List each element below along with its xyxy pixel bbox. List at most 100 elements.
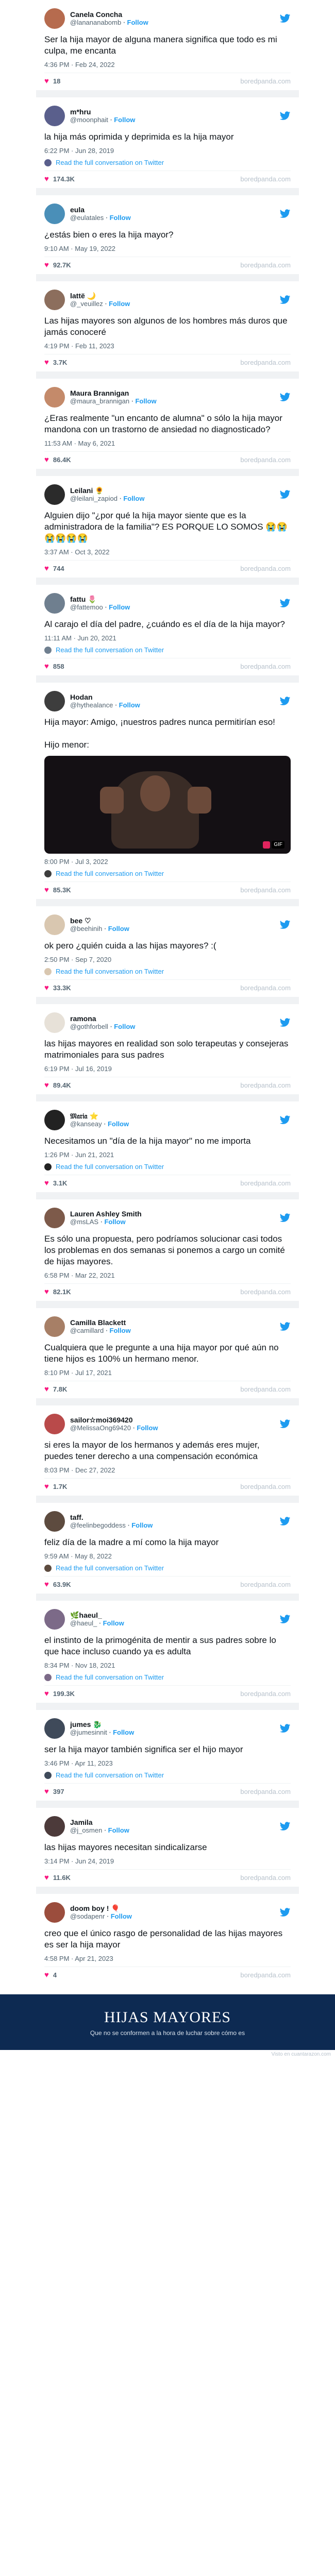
tweet-timestamp[interactable]: 4:58 PM · Apr 21, 2023 <box>44 1955 291 1962</box>
read-conversation-link[interactable]: Read the full conversation on Twitter <box>44 1771 291 1779</box>
heart-icon[interactable]: ♥ <box>44 564 49 573</box>
follow-button[interactable]: Follow <box>108 1120 129 1128</box>
heart-icon[interactable]: ♥ <box>44 984 49 992</box>
author-name[interactable]: Maura Brannigan <box>70 389 279 397</box>
read-conversation-link[interactable]: Read the full conversation on Twitter <box>44 646 291 654</box>
twitter-bird-icon[interactable] <box>279 1321 291 1332</box>
tweet-timestamp[interactable]: 4:36 PM · Feb 24, 2022 <box>44 61 291 69</box>
avatar[interactable] <box>44 593 65 614</box>
follow-button[interactable]: Follow <box>103 1619 124 1627</box>
heart-icon[interactable]: ♥ <box>44 1580 49 1589</box>
author-name[interactable]: 𝔐𝔞𝔯𝔦𝔞 ⭐ <box>70 1112 279 1120</box>
tweet-card[interactable]: 𝔐𝔞𝔯𝔦𝔞 ⭐ @kanseay · Follow Necesitamos un "dí… <box>36 1094 299 1192</box>
avatar[interactable] <box>44 204 65 224</box>
avatar[interactable] <box>44 691 65 711</box>
read-conversation-link[interactable]: Read the full conversation on Twitter <box>44 1564 291 1572</box>
tweet-timestamp[interactable]: 8:03 PM · Dec 27, 2022 <box>44 1466 291 1474</box>
tweet-timestamp[interactable]: 3:46 PM · Apr 11, 2023 <box>44 1759 291 1767</box>
avatar[interactable] <box>44 914 65 935</box>
author-name[interactable]: jumes 🐉 <box>70 1720 279 1728</box>
read-conversation-link[interactable]: Read the full conversation on Twitter <box>44 1163 291 1171</box>
avatar[interactable] <box>44 484 65 505</box>
author-handle[interactable]: @eulatales <box>70 214 104 222</box>
read-conversation-link[interactable]: Read the full conversation on Twitter <box>44 159 291 166</box>
author-name[interactable]: sailor☆moi369420 <box>70 1416 279 1424</box>
author-handle[interactable]: @lanananabomb <box>70 19 121 26</box>
tweet-card[interactable]: Lauren Ashley Smith @msLAS · Follow Es sólo … <box>36 1192 299 1301</box>
tweet-card[interactable]: Jamila @j_osmen · Follow las hijas mayores n… <box>36 1801 299 1887</box>
heart-icon[interactable]: ♥ <box>44 1287 49 1296</box>
author-handle[interactable]: @camillard <box>70 1327 104 1334</box>
tweet-card[interactable]: Camilla Blackett @camillard · Follow Cualqui… <box>36 1301 299 1398</box>
tweet-card[interactable]: Maura Brannigan @maura_brannigan · Follow ¿E… <box>36 371 299 469</box>
author-handle[interactable]: @_veuillez <box>70 300 103 308</box>
author-handle[interactable]: @maura_brannigan <box>70 397 129 405</box>
avatar[interactable] <box>44 1316 65 1337</box>
author-name[interactable]: m*hru <box>70 108 279 116</box>
follow-button[interactable]: Follow <box>119 701 140 709</box>
heart-icon[interactable]: ♥ <box>44 1482 49 1491</box>
tweet-timestamp[interactable]: 3:37 AM · Oct 3, 2022 <box>44 548 291 556</box>
follow-button[interactable]: Follow <box>114 1023 135 1030</box>
author-name[interactable]: Camilla Blackett <box>70 1318 279 1327</box>
author-name[interactable]: Canela Concha <box>70 10 279 19</box>
author-name[interactable]: bee ♡ <box>70 917 279 925</box>
author-handle[interactable]: @msLAS <box>70 1218 98 1226</box>
heart-icon[interactable]: ♥ <box>44 1787 49 1796</box>
avatar[interactable] <box>44 1718 65 1739</box>
follow-button[interactable]: Follow <box>108 1826 129 1834</box>
twitter-bird-icon[interactable] <box>279 1723 291 1734</box>
follow-button[interactable]: Follow <box>110 214 131 222</box>
follow-button[interactable]: Follow <box>114 116 135 124</box>
tweet-card[interactable]: Canela Concha @lanananabomb · Follow Ser la … <box>36 0 299 90</box>
follow-button[interactable]: Follow <box>104 1218 125 1226</box>
author-name[interactable]: eula <box>70 206 279 214</box>
heart-icon[interactable]: ♥ <box>44 358 49 367</box>
author-handle[interactable]: @haeul_ <box>70 1619 97 1627</box>
follow-button[interactable]: Follow <box>108 925 129 933</box>
author-name[interactable]: Hodan <box>70 693 279 701</box>
avatar[interactable] <box>44 8 65 29</box>
follow-button[interactable]: Follow <box>109 300 130 308</box>
tweet-card[interactable]: bee ♡ @beehinih · Follow ok pero ¿quién cuid… <box>36 899 299 997</box>
follow-button[interactable]: Follow <box>123 495 144 502</box>
read-conversation-link[interactable]: Read the full conversation on Twitter <box>44 968 291 975</box>
author-handle[interactable]: @hythealance <box>70 701 113 709</box>
twitter-bird-icon[interactable] <box>279 1907 291 1918</box>
tweet-timestamp[interactable]: 6:19 PM · Jul 16, 2019 <box>44 1065 291 1073</box>
heart-icon[interactable]: ♥ <box>44 1081 49 1090</box>
author-handle[interactable]: @gothforbell <box>70 1023 108 1030</box>
twitter-bird-icon[interactable] <box>279 110 291 122</box>
avatar[interactable] <box>44 1511 65 1532</box>
tweet-timestamp[interactable]: 6:22 PM · Jun 28, 2019 <box>44 147 291 155</box>
avatar[interactable] <box>44 1609 65 1630</box>
heart-icon[interactable]: ♥ <box>44 1689 49 1698</box>
follow-button[interactable]: Follow <box>137 1424 158 1432</box>
author-name[interactable]: Jamila <box>70 1818 279 1826</box>
tweet-timestamp[interactable]: 11:11 AM · Jun 20, 2021 <box>44 634 291 642</box>
tweet-timestamp[interactable]: 9:10 AM · May 19, 2022 <box>44 245 291 252</box>
tweet-card[interactable]: Hodan @hythealance · Follow Hija mayor: Amig… <box>36 675 299 899</box>
follow-button[interactable]: Follow <box>109 603 130 611</box>
author-handle[interactable]: @j_osmen <box>70 1826 102 1834</box>
twitter-bird-icon[interactable] <box>279 1418 291 1430</box>
author-handle[interactable]: @jumesinnit <box>70 1728 107 1736</box>
tweet-timestamp[interactable]: 4:19 PM · Feb 11, 2023 <box>44 342 291 350</box>
tweet-card[interactable]: ramona @gothforbell · Follow las hijas mayor… <box>36 997 299 1094</box>
tweet-timestamp[interactable]: 8:00 PM · Jul 3, 2022 <box>44 858 291 866</box>
tweet-card[interactable]: eula @eulatales · Follow ¿estás bien o eres … <box>36 188 299 274</box>
author-name[interactable]: doom boy ! 🎈 <box>70 1904 279 1912</box>
author-handle[interactable]: @moonphait <box>70 116 108 124</box>
tweet-timestamp[interactable]: 11:53 AM · May 6, 2021 <box>44 439 291 447</box>
author-name[interactable]: ramona <box>70 1014 279 1023</box>
author-handle[interactable]: @fattemoo <box>70 603 103 611</box>
author-name[interactable]: Lauren Ashley Smith <box>70 1210 279 1218</box>
twitter-bird-icon[interactable] <box>279 1821 291 1832</box>
follow-button[interactable]: Follow <box>111 1912 132 1920</box>
follow-button[interactable]: Follow <box>113 1728 134 1736</box>
author-name[interactable]: 🌿haeul_ <box>70 1611 279 1619</box>
tweet-timestamp[interactable]: 2:50 PM · Sep 7, 2020 <box>44 956 291 963</box>
follow-button[interactable]: Follow <box>131 1521 153 1529</box>
tweet-timestamp[interactable]: 8:34 PM · Nov 18, 2021 <box>44 1662 291 1669</box>
author-handle[interactable]: @leilani_zapiod <box>70 495 118 502</box>
